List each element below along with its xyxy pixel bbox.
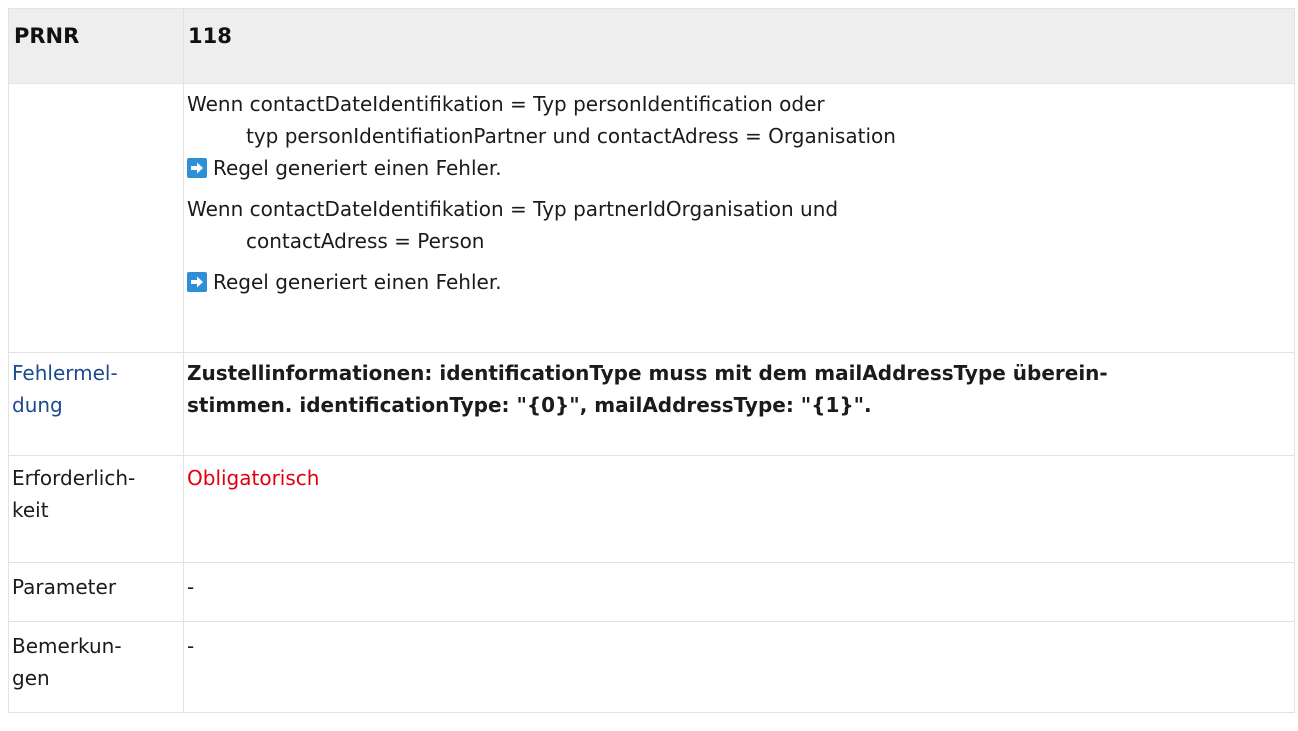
error-message-label-line-2: dung: [12, 393, 63, 417]
requirement-label-line-2: keit: [12, 498, 49, 522]
remarks-label-line-1: Bemerkun-: [12, 634, 122, 658]
rule-table: PRNR 118 Wenn contactDateIdentifikation …: [8, 8, 1295, 713]
requirement-value-cell: Obligatorisch: [183, 455, 1295, 563]
requirement-value: Obligatorisch: [187, 466, 320, 490]
rules-label-cell: [8, 83, 184, 353]
requirement-label-line-1: Erforderlich-: [12, 466, 136, 490]
remarks-row: Bemerkun- gen -: [8, 621, 1295, 713]
error-message-label-cell: Fehlermel- dung: [8, 352, 184, 456]
rule-result-1: Regel generiert einen Fehler.: [187, 152, 1294, 184]
parameter-label-cell: Parameter: [8, 562, 184, 622]
rule-condition-1-line-2: typ personIdentifiationPartner und conta…: [246, 124, 896, 148]
remarks-label-cell: Bemerkun- gen: [8, 621, 184, 713]
rule-condition-2-line-1: Wenn contactDateIdentifikation = Typ par…: [187, 197, 839, 221]
arrow-right-icon: [187, 158, 207, 178]
error-message-text-line-2: stimmen. identificationType: "{0}", mail…: [187, 393, 872, 417]
rules-value-cell: Wenn contactDateIdentifikation = Typ per…: [183, 83, 1295, 353]
parameter-value: -: [187, 575, 195, 599]
rule-condition-2-line-2: contactAdress = Person: [246, 229, 485, 253]
rule-condition-1-line-1: Wenn contactDateIdentifikation = Typ per…: [187, 92, 825, 116]
requirement-row: Erforderlich- keit Obligatorisch: [8, 455, 1295, 563]
rule-result-2: Regel generiert einen Fehler.: [187, 266, 1294, 298]
arrow-right-icon: [187, 272, 207, 292]
prnr-label: PRNR: [14, 24, 80, 48]
prnr-value-cell: 118: [183, 8, 1295, 84]
rule-result-1-text: Regel generiert einen Fehler.: [213, 156, 502, 180]
header-row: PRNR 118: [8, 8, 1295, 84]
error-message-text-line-1: Zustellinformationen: identificationType…: [187, 361, 1108, 385]
parameter-value-cell: -: [183, 562, 1295, 622]
rule-result-2-text: Regel generiert einen Fehler.: [213, 270, 502, 294]
error-message-row: Fehlermel- dung Zustellinformationen: id…: [8, 352, 1295, 456]
remarks-label-line-2: gen: [12, 666, 50, 690]
prnr-label-cell: PRNR: [8, 8, 184, 84]
error-message-label-line-1: Fehlermel-: [12, 361, 118, 385]
remarks-value: -: [187, 634, 195, 658]
rules-row: Wenn contactDateIdentifikation = Typ per…: [8, 83, 1295, 353]
remarks-value-cell: -: [183, 621, 1295, 713]
parameter-label: Parameter: [12, 575, 117, 599]
parameter-row: Parameter -: [8, 562, 1295, 622]
error-message-value-cell: Zustellinformationen: identificationType…: [183, 352, 1295, 456]
requirement-label-cell: Erforderlich- keit: [8, 455, 184, 563]
prnr-value: 118: [188, 24, 232, 48]
